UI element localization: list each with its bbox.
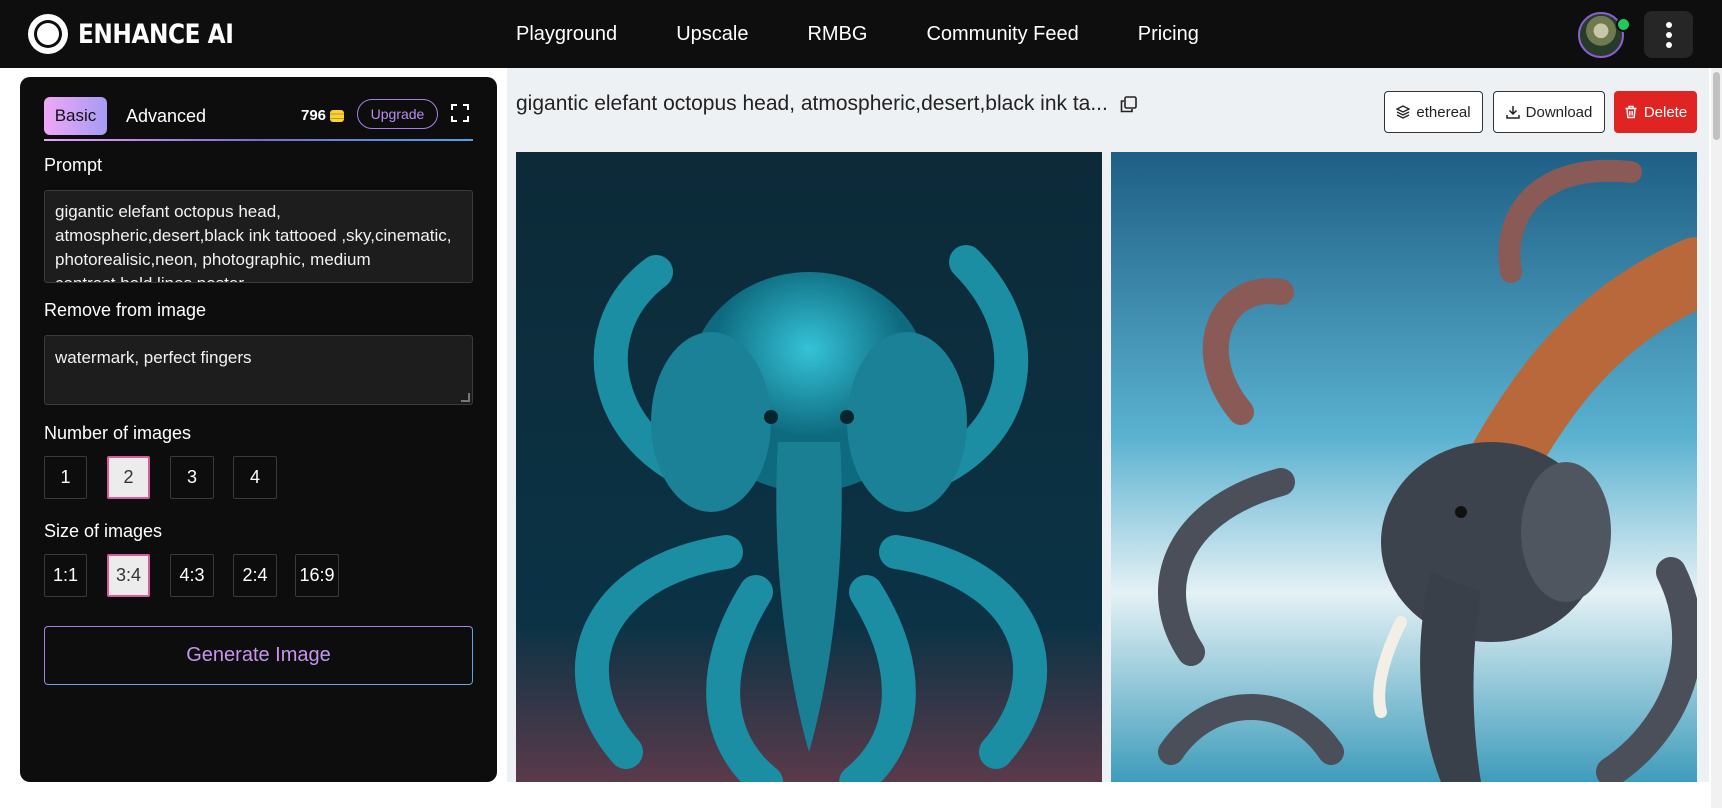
settings-panel: Basic Advanced 796 Upgrade Prompt gigant… (20, 77, 497, 782)
download-label: Download (1525, 103, 1593, 121)
delete-button[interactable]: Delete (1614, 91, 1697, 133)
nav-community-feed[interactable]: Community Feed (926, 23, 1078, 46)
prompt-label: Prompt (44, 155, 103, 175)
generated-image-2[interactable] (1111, 152, 1697, 782)
results-area: gigantic elefant octopus head, atmospher… (507, 68, 1709, 782)
size-option-16-9[interactable]: 16:9 (295, 554, 339, 597)
expand-icon[interactable] (450, 103, 470, 123)
kebab-menu-icon[interactable] (1644, 11, 1693, 58)
download-icon (1505, 106, 1520, 119)
credits-count: 796 (301, 107, 345, 124)
nav-playground[interactable]: Playground (516, 23, 617, 46)
download-button[interactable]: Download (1493, 91, 1605, 133)
nav-pricing[interactable]: Pricing (1138, 23, 1199, 46)
size-label: Size of images (44, 521, 163, 541)
result-header: gigantic elefant octopus head, atmospher… (516, 92, 1137, 116)
logo[interactable]: ENHANCE AI (28, 14, 259, 54)
generated-image-2-art (1111, 152, 1697, 782)
result-title: gigantic elefant octopus head, atmospher… (516, 92, 1108, 115)
size-option-1-1[interactable]: 1:1 (44, 554, 87, 597)
mode-tabs: Basic Advanced 796 Upgrade (44, 97, 473, 141)
online-status-dot (1616, 17, 1631, 32)
delete-label: Delete (1643, 103, 1688, 121)
credits-value: 796 (301, 107, 327, 124)
resize-handle[interactable] (461, 393, 470, 402)
remove-label: Remove from image (44, 300, 207, 320)
generate-image-button[interactable]: Generate Image (44, 626, 473, 685)
size-option-4-3[interactable]: 4:3 (170, 554, 214, 597)
tab-basic[interactable]: Basic (44, 97, 107, 135)
generated-image-1[interactable] (516, 152, 1102, 782)
coin-icon (330, 109, 345, 122)
tab-advanced[interactable]: Advanced (126, 97, 206, 135)
num-option-3[interactable]: 3 (170, 456, 214, 499)
size-option-2-4[interactable]: 2:4 (233, 554, 277, 597)
negative-prompt-value: watermark, perfect fingers (55, 348, 252, 367)
prompt-input[interactable]: gigantic elefant octopus head, atmospher… (44, 190, 473, 283)
main-nav: Playground Upscale RMBG Community Feed P… (516, 0, 1258, 68)
size-option-3-4[interactable]: 3:4 (107, 554, 150, 597)
num-option-1[interactable]: 1 (44, 456, 87, 499)
app-name: ENHANCE AI (78, 18, 234, 50)
nav-rmbg[interactable]: RMBG (807, 23, 867, 46)
generated-image-1-art (516, 152, 1102, 782)
layers-icon (1396, 105, 1411, 119)
nav-upscale[interactable]: Upscale (676, 23, 748, 46)
scrollbar[interactable] (1711, 68, 1722, 808)
trash-icon (1625, 105, 1637, 119)
top-bar: ENHANCE AI Playground Upscale RMBG Commu… (0, 0, 1722, 68)
scrollbar-thumb[interactable] (1713, 72, 1720, 140)
style-label: ethereal (1416, 103, 1471, 121)
num-option-2[interactable]: 2 (107, 456, 150, 499)
logo-icon (28, 14, 68, 54)
negative-prompt-input[interactable]: watermark, perfect fingers (44, 335, 473, 405)
upgrade-button[interactable]: Upgrade (357, 99, 438, 129)
style-button[interactable]: ethereal (1384, 91, 1483, 133)
num-option-4[interactable]: 4 (233, 456, 277, 499)
num-images-label: Number of images (44, 423, 192, 443)
copy-icon[interactable] (1120, 95, 1137, 113)
